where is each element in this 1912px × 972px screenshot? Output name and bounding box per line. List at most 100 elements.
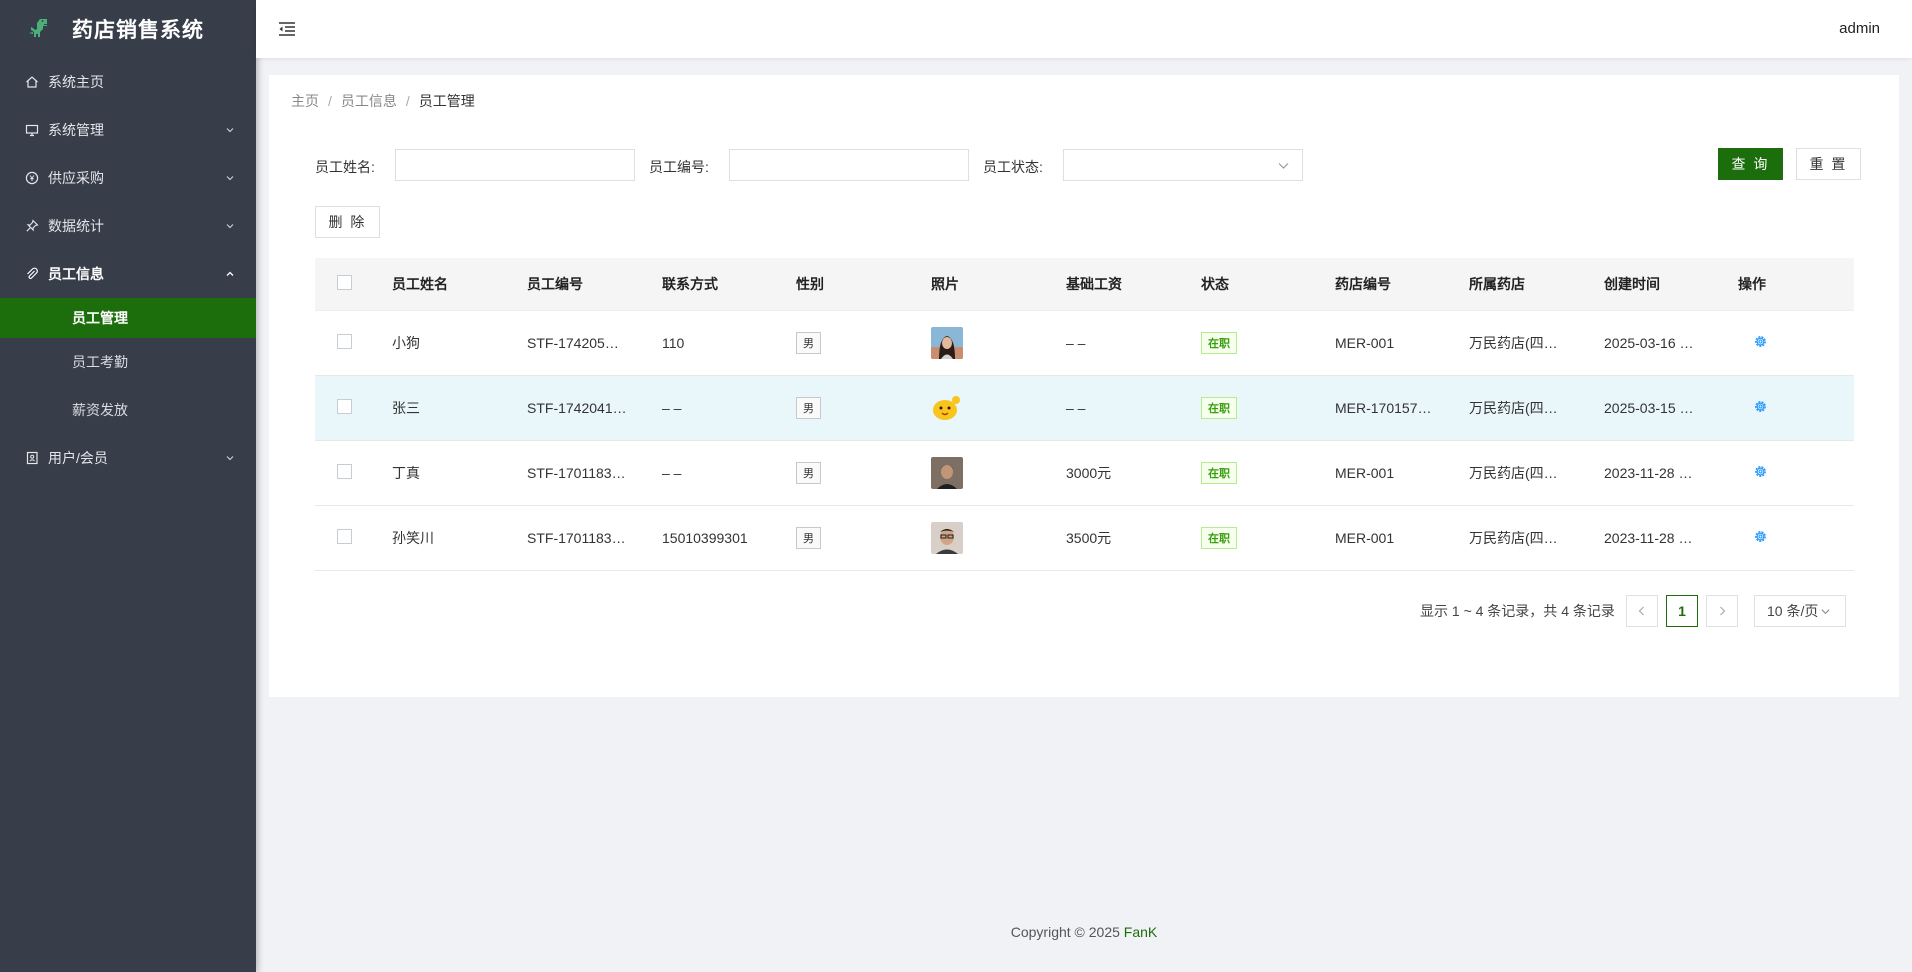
yen-circle-icon	[24, 170, 40, 186]
sidebar-subitem-staff-management[interactable]: 员工管理	[0, 298, 256, 338]
chevron-down-icon	[226, 176, 234, 181]
gender-tag: 男	[796, 397, 821, 419]
sidebar-item-supply[interactable]: 供应采购	[0, 154, 256, 202]
copyright-text: Copyright © 2025	[1010, 924, 1124, 940]
dinosaur-logo-icon	[29, 19, 47, 37]
column-header: 性别	[796, 276, 824, 292]
staff-name-input[interactable]	[395, 149, 635, 181]
cell-pharmacy-no: MER-001	[1335, 335, 1395, 351]
avatar[interactable]	[931, 457, 963, 489]
status-badge: 在职	[1201, 397, 1237, 419]
row-checkbox[interactable]	[337, 399, 352, 414]
staff-table: 员工姓名 员工编号 联系方式 性别 照片 基础工资 状态 药店编号 所属药店 创…	[315, 258, 1854, 571]
footer: Copyright © 2025 FanK	[256, 924, 1912, 940]
column-header: 所属药店	[1469, 276, 1525, 292]
column-header: 联系方式	[662, 276, 718, 292]
query-button[interactable]: 查 询	[1718, 148, 1783, 180]
table-row: 张三 STF-1742041… – – 男 – – 在职 MER-170157……	[315, 376, 1854, 441]
chevron-right-icon	[1720, 606, 1726, 616]
avatar[interactable]	[931, 392, 963, 424]
cell-contact: – –	[662, 400, 682, 416]
cell-name: 张三	[392, 400, 420, 416]
home-icon	[24, 74, 40, 90]
breadcrumb-current: 员工管理	[418, 93, 475, 109]
cell-staff-no: STF-1701183…	[527, 530, 626, 546]
row-checkbox[interactable]	[337, 334, 352, 349]
pin-icon	[24, 218, 40, 234]
sidebar: 药店销售系统 系统主页 系统管理 供应采购 数据统计 员工信息 员工管理 员工考…	[0, 0, 256, 972]
cell-created: 2023-11-28 …	[1604, 465, 1693, 481]
sidebar-item-label: 员工信息	[48, 266, 104, 282]
sidebar-item-label: 系统主页	[48, 74, 104, 90]
status-badge: 在职	[1201, 527, 1237, 549]
sidebar-subitem-attendance[interactable]: 员工考勤	[0, 338, 256, 386]
next-page-button[interactable]	[1706, 595, 1738, 627]
select-all-checkbox[interactable]	[337, 275, 352, 290]
reset-button[interactable]: 重 置	[1796, 148, 1861, 180]
cell-pharmacy-no: MER-001	[1335, 465, 1395, 481]
avatar[interactable]	[931, 522, 963, 554]
cell-created: 2025-03-15 …	[1604, 400, 1694, 416]
cell-contact: – –	[662, 465, 682, 481]
user-name[interactable]: admin	[1839, 20, 1880, 37]
pagination-info: 显示 1 ~ 4 条记录，共 4 条记录	[1420, 603, 1615, 619]
avatar[interactable]	[931, 327, 963, 359]
gender-tag: 男	[796, 527, 821, 549]
cell-store: 万民药店(四…	[1469, 335, 1558, 351]
sidebar-item-statistics[interactable]: 数据统计	[0, 202, 256, 250]
sidebar-item-users[interactable]: 用户/会员	[0, 434, 256, 482]
sidebar-item-label: 系统管理	[48, 122, 104, 138]
cell-store: 万民药店(四…	[1469, 465, 1558, 481]
table-row: 孙笑川 STF-1701183… 15010399301 男 3500元 在职 …	[315, 506, 1854, 571]
gear-icon[interactable]	[1753, 334, 1768, 349]
column-header: 操作	[1738, 276, 1766, 292]
gear-icon[interactable]	[1753, 529, 1768, 544]
sidebar-item-system[interactable]: 系统管理	[0, 106, 256, 154]
logo[interactable]: 药店销售系统	[0, 0, 256, 58]
chevron-left-icon	[1638, 606, 1644, 616]
cell-staff-no: STF-174205…	[527, 335, 619, 351]
cell-salary: 3500元	[1066, 530, 1112, 546]
chevron-down-icon	[226, 224, 234, 229]
cell-created: 2023-11-28 …	[1604, 530, 1693, 546]
row-checkbox[interactable]	[337, 464, 352, 479]
breadcrumb-staff-info[interactable]: 员工信息	[341, 91, 397, 111]
cell-pharmacy-no: MER-001	[1335, 530, 1395, 546]
table-row: 丁真 STF-1701183… – – 男 3000元 在职 MER-001 万…	[315, 441, 1854, 506]
cell-name: 小狗	[392, 335, 420, 351]
gear-icon[interactable]	[1753, 464, 1768, 479]
gear-icon[interactable]	[1753, 399, 1768, 414]
cell-store: 万民药店(四…	[1469, 400, 1558, 416]
table-header: 员工姓名 员工编号 联系方式 性别 照片 基础工资 状态 药店编号 所属药店 创…	[315, 258, 1854, 311]
cell-store: 万民药店(四…	[1469, 530, 1558, 546]
column-header: 状态	[1201, 276, 1229, 292]
cell-contact: 15010399301	[662, 530, 748, 546]
staff-no-label: 员工编号:	[649, 159, 709, 175]
staff-no-input[interactable]	[729, 149, 969, 181]
cell-contact: 110	[662, 335, 685, 351]
page-button[interactable]: 1	[1666, 595, 1698, 627]
column-header: 员工编号	[527, 276, 583, 292]
paperclip-icon	[24, 266, 40, 282]
staff-status-select[interactable]	[1063, 149, 1303, 181]
row-checkbox[interactable]	[337, 529, 352, 544]
cell-salary: 3000元	[1066, 465, 1112, 481]
prev-page-button[interactable]	[1626, 595, 1658, 627]
breadcrumb-home[interactable]: 主页	[291, 91, 319, 111]
breadcrumb-separator: /	[328, 93, 332, 109]
menu-fold-icon[interactable]	[278, 20, 296, 38]
sidebar-item-label: 用户/会员	[48, 450, 108, 466]
page-size-select[interactable]: 10 条/页	[1754, 595, 1846, 627]
sidebar-subitem-payroll[interactable]: 薪资发放	[0, 386, 256, 434]
cell-name: 孙笑川	[392, 530, 434, 546]
cell-staff-no: STF-1742041…	[527, 400, 627, 416]
column-header: 药店编号	[1335, 276, 1391, 292]
sidebar-item-staff[interactable]: 员工信息	[0, 250, 256, 298]
cell-salary: – –	[1066, 400, 1086, 416]
cell-staff-no: STF-1701183…	[527, 465, 626, 481]
chevron-down-icon	[226, 456, 234, 461]
sidebar-item-home[interactable]: 系统主页	[0, 58, 256, 106]
page-size-value: 10 条/页	[1767, 603, 1819, 619]
contact-book-icon	[24, 450, 40, 466]
delete-button[interactable]: 删 除	[315, 206, 380, 238]
